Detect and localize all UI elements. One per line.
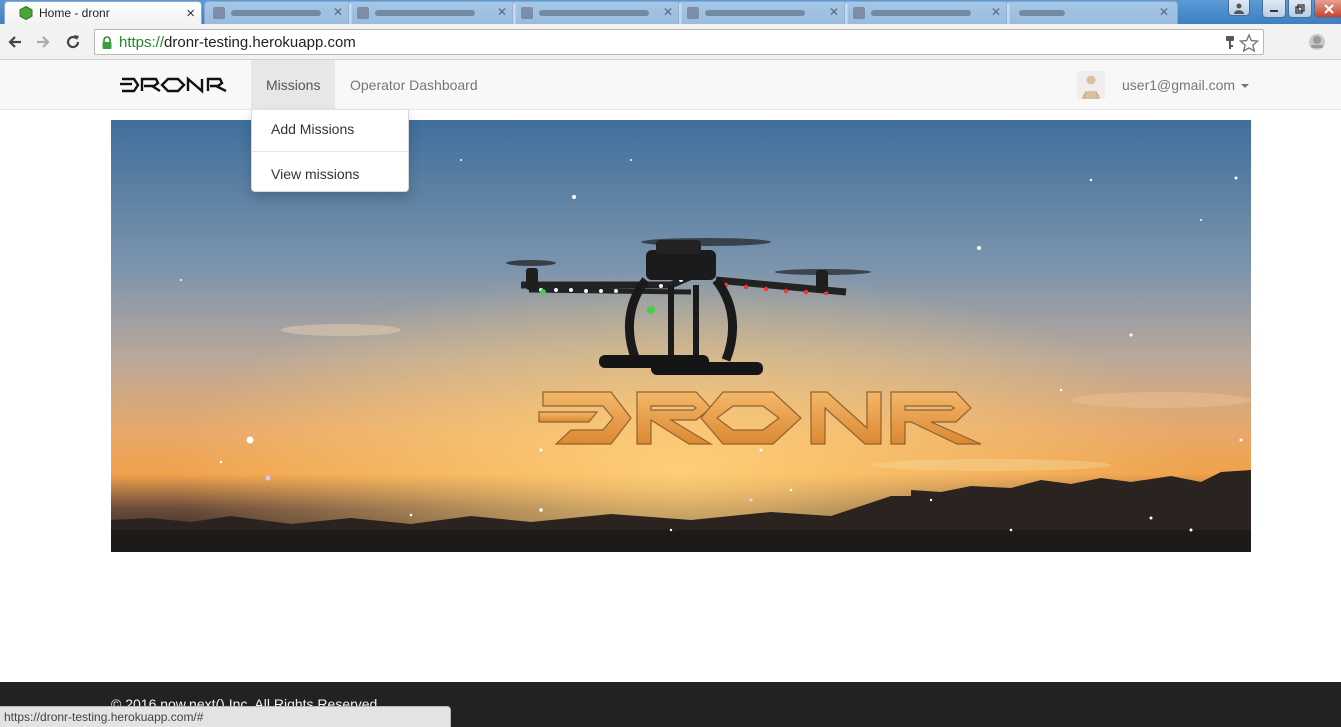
key-icon[interactable] (1225, 35, 1235, 51)
tab-title: Home - dronr (39, 6, 110, 20)
browser-tab-strip: Home - dronr × ✕ ✕ ✕ ✕ ✕ ✕ (0, 0, 1341, 24)
tab-close-icon[interactable]: ✕ (991, 5, 1001, 19)
user-avatar (1077, 71, 1105, 99)
background-tab[interactable]: ✕ (844, 1, 1010, 24)
background-tab[interactable]: ✕ (512, 1, 682, 24)
address-bar[interactable]: https://dronr-testing.herokuapp.com (94, 29, 1264, 55)
star-icon[interactable] (1239, 33, 1259, 53)
tab-close-icon[interactable]: ✕ (497, 5, 507, 19)
tab-favicon-icon (357, 7, 369, 19)
tab-close-icon[interactable]: ✕ (663, 5, 673, 19)
menu-divider (252, 151, 408, 152)
tab-favicon-icon (687, 7, 699, 19)
site-navbar: Missions Operator Dashboard user1@gmail.… (0, 60, 1341, 110)
browser-status-bar: https://dronr-testing.herokuapp.com/# (0, 706, 451, 727)
dronr-brand-logo[interactable] (112, 75, 234, 95)
user-menu[interactable]: user1@gmail.com (1077, 60, 1250, 110)
profile-icon[interactable] (1228, 0, 1250, 16)
tab-home-dronr[interactable]: Home - dronr × (4, 1, 202, 24)
close-window-icon[interactable] (1314, 0, 1341, 18)
tab-label-blurred (871, 10, 971, 16)
favicon-hexagon-icon (19, 6, 33, 20)
tab-label-blurred (231, 10, 321, 16)
url-scheme: https:// (119, 34, 165, 51)
tab-close-icon[interactable]: ✕ (829, 5, 839, 19)
tab-label-blurred (375, 10, 475, 16)
missions-dropdown-menu: Add Missions View missions (251, 110, 409, 192)
menu-item-view-missions[interactable]: View missions (252, 166, 408, 182)
tab-label-blurred (1019, 10, 1065, 16)
tab-close-icon[interactable]: ✕ (333, 5, 343, 19)
tab-close-icon[interactable]: × (186, 6, 195, 21)
background-tab[interactable]: ✕ (204, 1, 352, 24)
nav-operator-dashboard[interactable]: Operator Dashboard (335, 60, 493, 110)
nav-operator-dashboard-label: Operator Dashboard (350, 77, 478, 93)
menu-item-add-missions[interactable]: Add Missions (252, 121, 408, 137)
back-icon[interactable] (4, 31, 26, 53)
background-tab[interactable]: ✕ (348, 1, 516, 24)
restore-window-icon[interactable] (1288, 0, 1312, 18)
tab-label-blurred (705, 10, 805, 16)
tab-favicon-icon (853, 7, 865, 19)
reload-icon[interactable] (62, 31, 84, 53)
browser-toolbar: https://dronr-testing.herokuapp.com (0, 24, 1341, 60)
minimize-window-icon[interactable] (1262, 0, 1286, 18)
background-tab[interactable]: ✕ (1006, 1, 1178, 24)
tab-label-blurred (539, 10, 649, 16)
status-url: https://dronr-testing.herokuapp.com/# (4, 710, 204, 724)
nav-missions-label: Missions (266, 77, 321, 93)
forward-icon[interactable] (32, 31, 54, 53)
caret-down-icon (1241, 84, 1250, 89)
nav-missions[interactable]: Missions (251, 60, 336, 110)
user-email: user1@gmail.com (1122, 77, 1250, 93)
extension-icon[interactable] (1307, 32, 1327, 52)
url-text: https://dronr-testing.herokuapp.com (119, 34, 356, 51)
url-host: dronr-testing.herokuapp.com (164, 34, 356, 51)
tab-favicon-icon (213, 7, 225, 19)
background-tab[interactable]: ✕ (678, 1, 848, 24)
tab-close-icon[interactable]: ✕ (1159, 5, 1169, 19)
tab-favicon-icon (521, 7, 533, 19)
lock-icon (102, 36, 112, 49)
